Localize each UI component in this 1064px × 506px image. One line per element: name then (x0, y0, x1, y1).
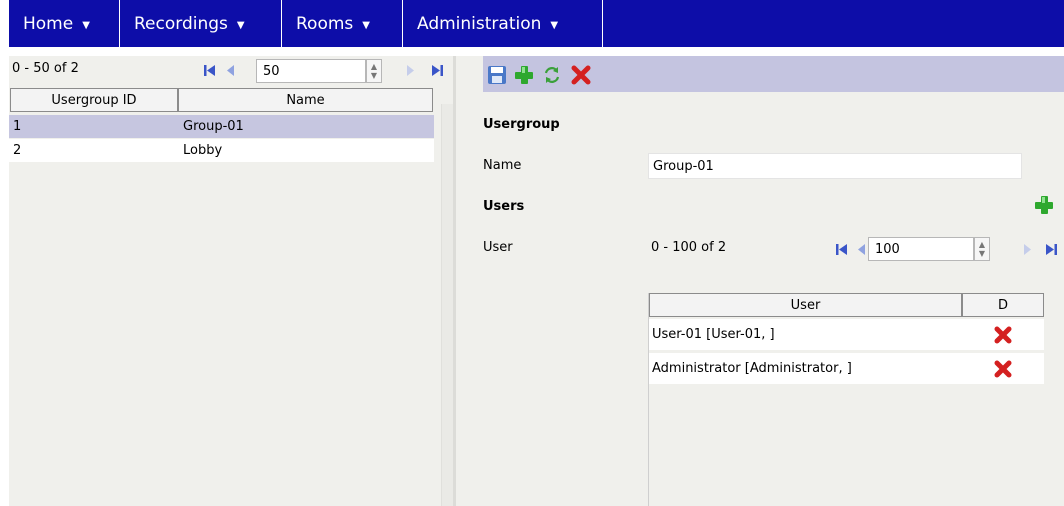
delete-icon (994, 360, 1012, 377)
add-icon[interactable] (513, 64, 535, 86)
menu-administration[interactable]: Administration ▼ (403, 0, 603, 47)
delete-icon (994, 326, 1012, 343)
usergroup-list-panel: 0 - 50 of 2 ▲▼ Usergroup ID Name 1 Group… (9, 56, 455, 506)
table-row[interactable]: User-01 [User-01, ] (649, 319, 1044, 350)
col-usergroup-id[interactable]: Usergroup ID (10, 88, 178, 112)
chevron-down-icon: ▼ (550, 19, 559, 31)
users-pager-summary: 0 - 100 of 2 (651, 240, 727, 255)
list-pager-summary: 0 - 50 of 2 (12, 61, 79, 76)
table-row[interactable]: Administrator [Administrator, ] (649, 353, 1044, 384)
user-cell: Administrator [Administrator, ] (652, 361, 852, 376)
chevron-down-icon: ▼ (362, 19, 370, 31)
users-grid: User D User-01 [User-01, ] Administrator… (648, 293, 1045, 506)
row-id: 2 (13, 143, 22, 158)
prev-page-icon[interactable] (223, 63, 237, 77)
page-size-input[interactable] (256, 59, 366, 83)
save-icon[interactable] (486, 64, 508, 86)
chevron-down-icon: ▼ (82, 19, 90, 31)
main-menu-bar: Home ▼ Recordings ▼ Rooms ▼ Administrati… (9, 0, 1064, 47)
next-page-icon[interactable] (403, 63, 417, 77)
name-label: Name (483, 158, 522, 173)
first-page-icon[interactable] (834, 242, 848, 256)
menu-recordings[interactable]: Recordings ▼ (120, 0, 282, 47)
user-label: User (483, 240, 513, 255)
refresh-icon[interactable] (541, 64, 563, 86)
delete-icon[interactable] (570, 64, 592, 86)
users-page-size-input[interactable] (868, 237, 974, 261)
user-cell: User-01 [User-01, ] (652, 327, 775, 342)
add-icon[interactable] (1034, 195, 1054, 215)
col-d[interactable]: D (962, 293, 1044, 317)
col-user[interactable]: User (649, 293, 962, 317)
menu-rooms-label: Rooms (296, 13, 354, 34)
last-page-icon[interactable] (430, 63, 444, 77)
page-size-spinner[interactable]: ▲ ▼ (366, 59, 382, 83)
section-usergroup-title: Usergroup (483, 117, 560, 132)
row-id: 1 (13, 119, 22, 134)
usergroup-grid-header: Usergroup ID Name (10, 88, 433, 112)
row-name: Lobby (183, 143, 223, 158)
menu-home[interactable]: Home ▼ (9, 0, 120, 47)
delete-user-button[interactable] (962, 319, 1044, 350)
section-users-title: Users (483, 199, 525, 214)
col-name[interactable]: Name (178, 88, 433, 112)
usergroup-detail-panel: Usergroup Name Users User 0 - 100 of 2 ▲… (456, 56, 1064, 506)
menu-recordings-label: Recordings (134, 13, 228, 34)
menu-rooms[interactable]: Rooms ▼ (282, 0, 403, 47)
table-row[interactable]: 2 Lobby (9, 139, 434, 162)
delete-user-button[interactable] (962, 353, 1044, 384)
menu-home-label: Home (23, 13, 74, 34)
row-name: Group-01 (183, 119, 244, 134)
users-grid-header: User D (649, 293, 1044, 317)
first-page-icon[interactable] (202, 63, 216, 77)
detail-toolbar (483, 56, 1064, 92)
users-page-size-spinner[interactable]: ▲ ▼ (974, 237, 990, 261)
chevron-down-icon: ▼ (236, 19, 245, 31)
last-page-icon[interactable] (1044, 242, 1058, 256)
next-page-icon[interactable] (1020, 242, 1034, 256)
table-row[interactable]: 1 Group-01 (9, 115, 434, 138)
prev-page-icon[interactable] (854, 242, 868, 256)
name-field[interactable] (648, 153, 1022, 179)
menu-administration-label: Administration (417, 13, 542, 34)
